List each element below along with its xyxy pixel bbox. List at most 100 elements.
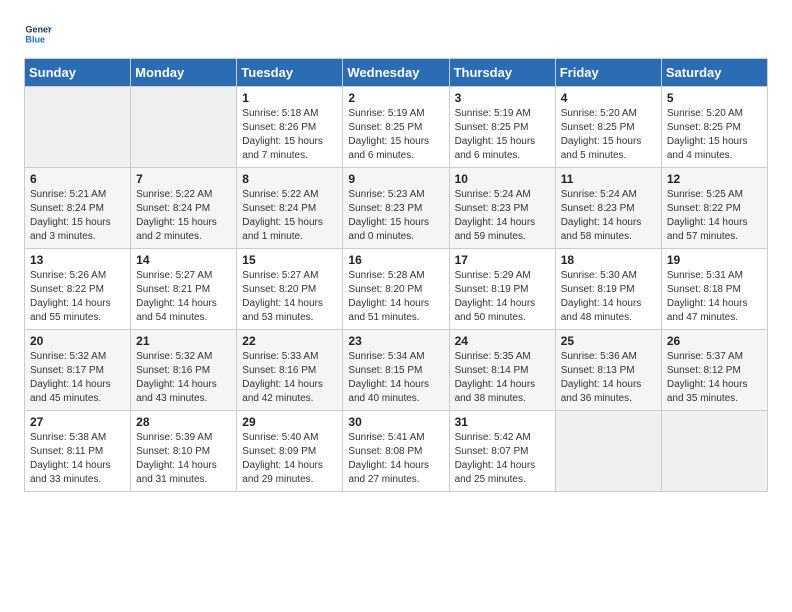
day-number: 11 bbox=[561, 172, 656, 186]
day-info: Sunrise: 5:29 AM Sunset: 8:19 PM Dayligh… bbox=[455, 269, 550, 325]
day-number: 7 bbox=[136, 172, 231, 186]
day-info: Sunrise: 5:20 AM Sunset: 8:25 PM Dayligh… bbox=[667, 107, 762, 163]
day-number: 16 bbox=[348, 253, 443, 267]
day-info: Sunrise: 5:30 AM Sunset: 8:19 PM Dayligh… bbox=[561, 269, 656, 325]
day-info: Sunrise: 5:27 AM Sunset: 8:21 PM Dayligh… bbox=[136, 269, 231, 325]
day-info: Sunrise: 5:20 AM Sunset: 8:25 PM Dayligh… bbox=[561, 107, 656, 163]
day-number: 20 bbox=[30, 334, 125, 348]
calendar-table: SundayMondayTuesdayWednesdayThursdayFrid… bbox=[24, 58, 768, 492]
day-number: 12 bbox=[667, 172, 762, 186]
logo: General Blue bbox=[24, 20, 56, 48]
column-header-saturday: Saturday bbox=[661, 59, 767, 87]
day-number: 10 bbox=[455, 172, 550, 186]
day-number: 31 bbox=[455, 415, 550, 429]
calendar-cell: 29 Sunrise: 5:40 AM Sunset: 8:09 PM Dayli… bbox=[237, 411, 343, 492]
calendar-cell: 11 Sunrise: 5:24 AM Sunset: 8:23 PM Dayli… bbox=[555, 168, 661, 249]
day-number: 8 bbox=[242, 172, 337, 186]
day-number: 18 bbox=[561, 253, 656, 267]
day-info: Sunrise: 5:37 AM Sunset: 8:12 PM Dayligh… bbox=[667, 350, 762, 406]
day-number: 17 bbox=[455, 253, 550, 267]
column-header-tuesday: Tuesday bbox=[237, 59, 343, 87]
calendar-week-row: 1 Sunrise: 5:18 AM Sunset: 8:26 PM Daylig… bbox=[25, 87, 768, 168]
day-info: Sunrise: 5:27 AM Sunset: 8:20 PM Dayligh… bbox=[242, 269, 337, 325]
calendar-cell: 5 Sunrise: 5:20 AM Sunset: 8:25 PM Daylig… bbox=[661, 87, 767, 168]
day-number: 21 bbox=[136, 334, 231, 348]
calendar-cell: 19 Sunrise: 5:31 AM Sunset: 8:18 PM Dayli… bbox=[661, 249, 767, 330]
calendar-cell bbox=[555, 411, 661, 492]
calendar-cell bbox=[25, 87, 131, 168]
day-info: Sunrise: 5:40 AM Sunset: 8:09 PM Dayligh… bbox=[242, 431, 337, 487]
day-number: 25 bbox=[561, 334, 656, 348]
day-number: 9 bbox=[348, 172, 443, 186]
calendar-cell: 9 Sunrise: 5:23 AM Sunset: 8:23 PM Daylig… bbox=[343, 168, 449, 249]
day-info: Sunrise: 5:32 AM Sunset: 8:16 PM Dayligh… bbox=[136, 350, 231, 406]
calendar-cell: 14 Sunrise: 5:27 AM Sunset: 8:21 PM Dayli… bbox=[131, 249, 237, 330]
calendar-cell: 20Sunrise: 5:32 AM Sunset: 8:17 PM Dayli… bbox=[25, 330, 131, 411]
day-info: Sunrise: 5:23 AM Sunset: 8:23 PM Dayligh… bbox=[348, 188, 443, 244]
calendar-cell: 26 Sunrise: 5:37 AM Sunset: 8:12 PM Dayli… bbox=[661, 330, 767, 411]
calendar-cell: 31 Sunrise: 5:42 AM Sunset: 8:07 PM Dayli… bbox=[449, 411, 555, 492]
calendar-cell: 13 Sunrise: 5:26 AM Sunset: 8:22 PM Dayli… bbox=[25, 249, 131, 330]
calendar-cell: 24 Sunrise: 5:35 AM Sunset: 8:14 PM Dayli… bbox=[449, 330, 555, 411]
day-info: Sunrise: 5:22 AM Sunset: 8:24 PM Dayligh… bbox=[242, 188, 337, 244]
day-number: 6 bbox=[30, 172, 125, 186]
day-info: Sunrise: 5:19 AM Sunset: 8:25 PM Dayligh… bbox=[348, 107, 443, 163]
day-number: 1 bbox=[242, 91, 337, 105]
day-number: 13 bbox=[30, 253, 125, 267]
day-number: 5 bbox=[667, 91, 762, 105]
day-number: 24 bbox=[455, 334, 550, 348]
day-info: Sunrise: 5:28 AM Sunset: 8:20 PM Dayligh… bbox=[348, 269, 443, 325]
calendar-week-row: 13 Sunrise: 5:26 AM Sunset: 8:22 PM Dayli… bbox=[25, 249, 768, 330]
day-info: Sunrise: 5:35 AM Sunset: 8:14 PM Dayligh… bbox=[455, 350, 550, 406]
calendar-cell: 15 Sunrise: 5:27 AM Sunset: 8:20 PM Dayli… bbox=[237, 249, 343, 330]
calendar-cell: 10 Sunrise: 5:24 AM Sunset: 8:23 PM Dayli… bbox=[449, 168, 555, 249]
calendar-cell: 12Sunrise: 5:25 AM Sunset: 8:22 PM Dayli… bbox=[661, 168, 767, 249]
day-info: Sunrise: 5:33 AM Sunset: 8:16 PM Dayligh… bbox=[242, 350, 337, 406]
day-number: 27 bbox=[30, 415, 125, 429]
day-number: 29 bbox=[242, 415, 337, 429]
day-number: 19 bbox=[667, 253, 762, 267]
day-info: Sunrise: 5:24 AM Sunset: 8:23 PM Dayligh… bbox=[455, 188, 550, 244]
calendar-cell: 8 Sunrise: 5:22 AM Sunset: 8:24 PM Daylig… bbox=[237, 168, 343, 249]
calendar-week-row: 27 Sunrise: 5:38 AM Sunset: 8:11 PM Dayli… bbox=[25, 411, 768, 492]
column-header-wednesday: Wednesday bbox=[343, 59, 449, 87]
calendar-cell: 16 Sunrise: 5:28 AM Sunset: 8:20 PM Dayli… bbox=[343, 249, 449, 330]
logo-icon: General Blue bbox=[24, 20, 52, 48]
day-number: 2 bbox=[348, 91, 443, 105]
calendar-cell: 21 Sunrise: 5:32 AM Sunset: 8:16 PM Dayli… bbox=[131, 330, 237, 411]
calendar-cell: 25 Sunrise: 5:36 AM Sunset: 8:13 PM Dayli… bbox=[555, 330, 661, 411]
column-header-friday: Friday bbox=[555, 59, 661, 87]
day-number: 23 bbox=[348, 334, 443, 348]
day-info: Sunrise: 5:31 AM Sunset: 8:18 PM Dayligh… bbox=[667, 269, 762, 325]
column-header-thursday: Thursday bbox=[449, 59, 555, 87]
calendar-cell: 28Sunrise: 5:39 AM Sunset: 8:10 PM Dayli… bbox=[131, 411, 237, 492]
day-number: 26 bbox=[667, 334, 762, 348]
calendar-cell: 6 Sunrise: 5:21 AM Sunset: 8:24 PM Daylig… bbox=[25, 168, 131, 249]
calendar-cell: 7Sunrise: 5:22 AM Sunset: 8:24 PM Daylig… bbox=[131, 168, 237, 249]
calendar-cell: 4Sunrise: 5:20 AM Sunset: 8:25 PM Daylig… bbox=[555, 87, 661, 168]
day-info: Sunrise: 5:19 AM Sunset: 8:25 PM Dayligh… bbox=[455, 107, 550, 163]
calendar-cell: 30Sunrise: 5:41 AM Sunset: 8:08 PM Dayli… bbox=[343, 411, 449, 492]
day-info: Sunrise: 5:39 AM Sunset: 8:10 PM Dayligh… bbox=[136, 431, 231, 487]
day-info: Sunrise: 5:18 AM Sunset: 8:26 PM Dayligh… bbox=[242, 107, 337, 163]
page-header: General Blue bbox=[24, 20, 768, 48]
day-info: Sunrise: 5:34 AM Sunset: 8:15 PM Dayligh… bbox=[348, 350, 443, 406]
calendar-cell: 22Sunrise: 5:33 AM Sunset: 8:16 PM Dayli… bbox=[237, 330, 343, 411]
day-info: Sunrise: 5:24 AM Sunset: 8:23 PM Dayligh… bbox=[561, 188, 656, 244]
day-info: Sunrise: 5:36 AM Sunset: 8:13 PM Dayligh… bbox=[561, 350, 656, 406]
calendar-cell: 17 Sunrise: 5:29 AM Sunset: 8:19 PM Dayli… bbox=[449, 249, 555, 330]
day-info: Sunrise: 5:26 AM Sunset: 8:22 PM Dayligh… bbox=[30, 269, 125, 325]
day-number: 14 bbox=[136, 253, 231, 267]
day-info: Sunrise: 5:21 AM Sunset: 8:24 PM Dayligh… bbox=[30, 188, 125, 244]
column-header-sunday: Sunday bbox=[25, 59, 131, 87]
calendar-cell bbox=[661, 411, 767, 492]
calendar-header-row: SundayMondayTuesdayWednesdayThursdayFrid… bbox=[25, 59, 768, 87]
calendar-cell: 2 Sunrise: 5:19 AM Sunset: 8:25 PM Daylig… bbox=[343, 87, 449, 168]
calendar-cell: 27 Sunrise: 5:38 AM Sunset: 8:11 PM Dayli… bbox=[25, 411, 131, 492]
day-info: Sunrise: 5:38 AM Sunset: 8:11 PM Dayligh… bbox=[30, 431, 125, 487]
day-info: Sunrise: 5:42 AM Sunset: 8:07 PM Dayligh… bbox=[455, 431, 550, 487]
calendar-week-row: 6 Sunrise: 5:21 AM Sunset: 8:24 PM Daylig… bbox=[25, 168, 768, 249]
calendar-cell: 1 Sunrise: 5:18 AM Sunset: 8:26 PM Daylig… bbox=[237, 87, 343, 168]
svg-text:General: General bbox=[25, 25, 52, 35]
day-number: 15 bbox=[242, 253, 337, 267]
